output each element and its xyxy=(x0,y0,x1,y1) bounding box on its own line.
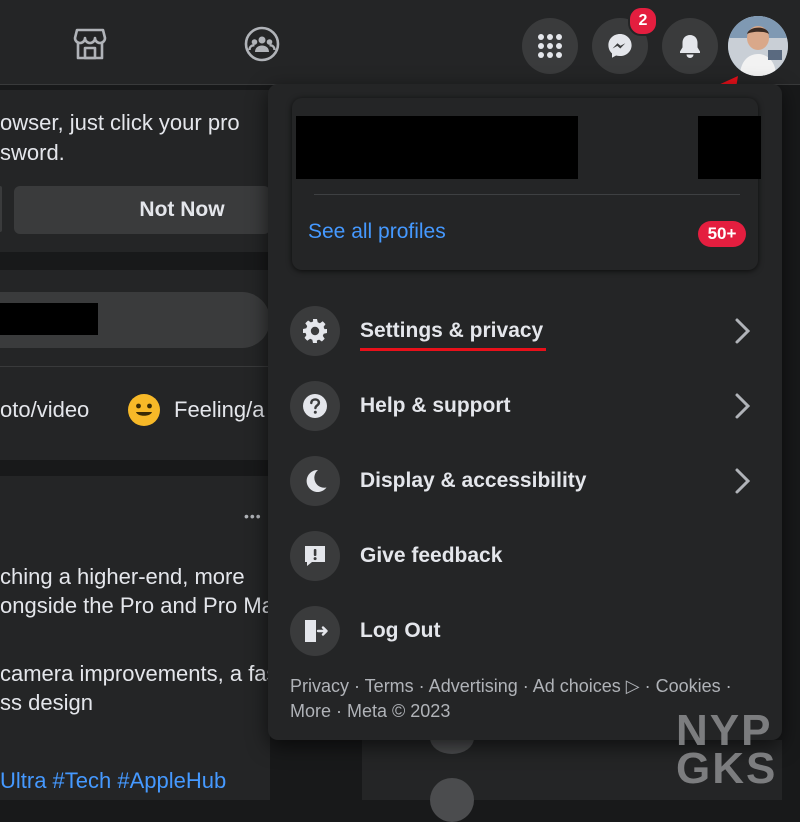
nyp-gks-watermark: NYP GKS xyxy=(676,709,778,793)
profile-avatar[interactable] xyxy=(728,16,788,76)
give-feedback-label: Give feedback xyxy=(360,544,503,567)
menu-item-log-out[interactable]: Log Out xyxy=(282,596,776,666)
feeling-label[interactable]: Feeling/a xyxy=(174,397,265,423)
menu-item-display-accessibility[interactable]: Display & accessibility xyxy=(282,446,776,516)
menu-item-settings-privacy[interactable]: Settings & privacy xyxy=(282,296,776,366)
bell-icon xyxy=(680,35,700,58)
help-support-label: Help & support xyxy=(360,394,511,417)
messenger-icon xyxy=(608,34,632,58)
see-all-profiles-link[interactable]: See all profiles xyxy=(308,220,446,244)
save-login-text-line2: sword. xyxy=(0,140,65,165)
composer-divider xyxy=(0,366,270,367)
post-text-line2: ongside the Pro and Pro Max xyxy=(0,593,285,618)
menu-item-give-feedback[interactable]: Give feedback xyxy=(282,521,776,591)
footer-line-1[interactable]: Privacy · Terms · Advertising · Ad choic… xyxy=(290,674,750,699)
settings-privacy-label: Settings & privacy xyxy=(360,319,544,342)
feedback-icon xyxy=(290,531,340,581)
post-text-line4: ss design xyxy=(0,690,93,715)
photo-video-label[interactable]: oto/video xyxy=(0,397,89,423)
not-now-label: Not Now xyxy=(139,198,225,221)
chevron-right-icon xyxy=(735,318,751,344)
avatar-photo xyxy=(728,16,788,76)
post-text-line1: ching a higher-end, more xyxy=(0,564,245,589)
moon-icon xyxy=(290,456,340,506)
logout-icon xyxy=(290,606,340,656)
contact-avatar[interactable] xyxy=(430,778,474,822)
marketplace-icon[interactable] xyxy=(70,24,110,64)
messenger-badge: 2 xyxy=(628,6,658,36)
post-card xyxy=(0,476,270,800)
post-options-icon[interactable]: ••• xyxy=(244,508,262,524)
profile-divider xyxy=(314,194,740,195)
ok-button-edge[interactable] xyxy=(0,186,2,232)
redacted-block xyxy=(0,303,98,335)
menu-grid-button[interactable] xyxy=(522,18,578,74)
redacted-profile-name[interactable] xyxy=(296,116,578,179)
menu-item-help-support[interactable]: Help & support xyxy=(282,371,776,441)
log-out-label: Log Out xyxy=(360,619,441,642)
post-text-line3: camera improvements, a fas xyxy=(0,661,278,686)
post-hashtags[interactable]: Ultra #Tech #AppleHub xyxy=(0,768,226,794)
chevron-right-icon xyxy=(735,393,751,419)
not-now-button[interactable]: Not Now xyxy=(14,186,270,234)
grid-icon xyxy=(538,34,562,58)
display-accessibility-label: Display & accessibility xyxy=(360,469,587,492)
gear-icon xyxy=(290,306,340,356)
profiles-count-badge: 50+ xyxy=(698,221,746,247)
chevron-right-icon xyxy=(735,468,751,494)
question-icon xyxy=(290,381,340,431)
watermark-line-2: GKS xyxy=(676,744,778,793)
groups-icon[interactable] xyxy=(242,24,282,64)
notifications-button[interactable] xyxy=(662,18,718,74)
annotation-underline xyxy=(360,348,546,351)
feeling-icon[interactable] xyxy=(126,392,162,428)
redacted-profile-picture[interactable] xyxy=(698,116,761,179)
save-login-text-line1: owser, just click your pro xyxy=(0,110,240,135)
